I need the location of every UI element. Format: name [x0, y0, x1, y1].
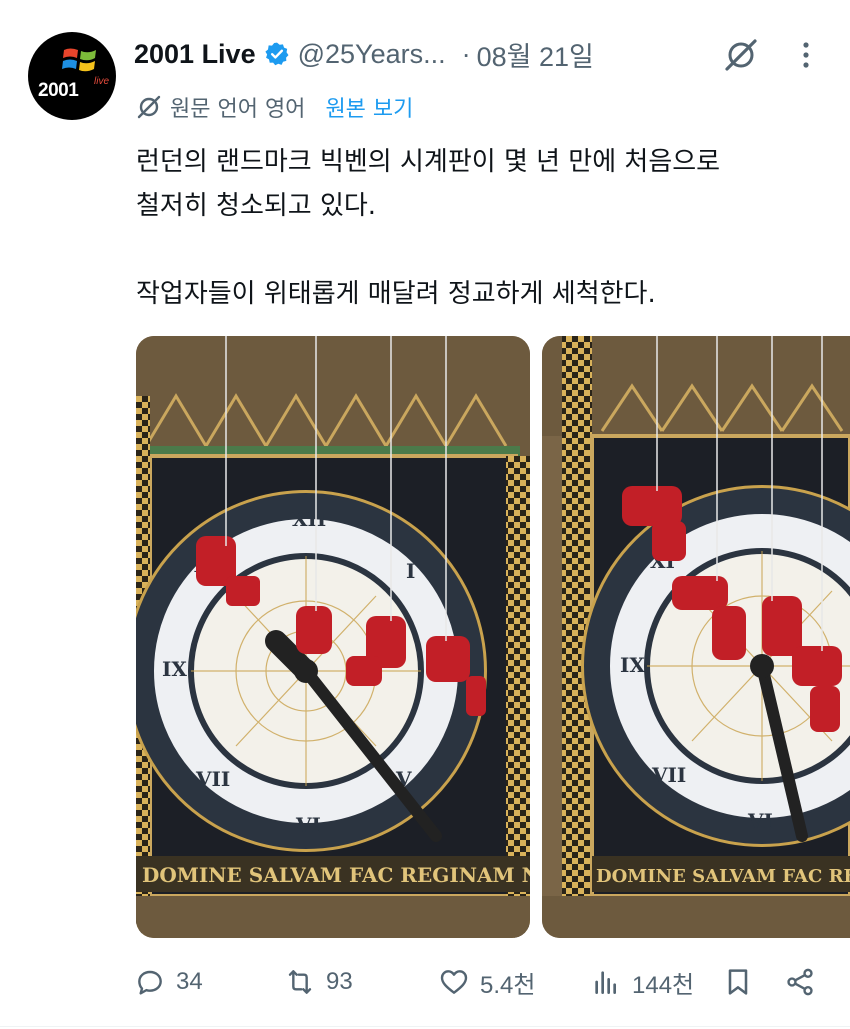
translate-icon	[137, 95, 161, 119]
view-original-link[interactable]: 원본 보기	[325, 91, 413, 123]
bookmark-icon	[728, 969, 748, 995]
clock-inscription: DOMINE SALVAM FAC REGINAM NOSTRAM	[142, 863, 530, 887]
more-options-icon[interactable]	[796, 40, 816, 70]
avatar-logo-sup: live	[94, 76, 110, 87]
reply-count: 34	[176, 968, 203, 995]
clock-face-photo-2: IX XI VII VI DOMINE SALVAM FAC REGINAM	[542, 336, 850, 938]
like-count: 5.4천	[480, 971, 536, 999]
views-button[interactable]: 144천	[590, 960, 694, 1004]
repost-count: 93	[326, 968, 353, 995]
like-button[interactable]: 5.4천	[438, 960, 535, 1004]
author-name[interactable]: 2001 Live	[134, 39, 256, 70]
original-language-label: 원문 언어 영어	[170, 97, 306, 122]
share-icon	[787, 968, 813, 996]
post-text-line: 철저히 청소되고 있다.	[136, 191, 377, 221]
reply-button[interactable]: 34	[134, 960, 203, 1004]
svg-text:VI: VI	[295, 813, 321, 837]
reply-icon	[138, 970, 162, 995]
bookmark-button[interactable]	[722, 960, 754, 1004]
post-divider	[0, 1026, 850, 1027]
svg-text:IX: IX	[162, 657, 187, 681]
windows-flag-logo	[62, 48, 96, 72]
post-text-line: 작업자들이 위태롭게 매달려 정교하게 세척한다.	[136, 279, 656, 309]
svg-text:XII: XII	[292, 507, 326, 531]
media-photo-1[interactable]: XII I III V VI VII IX XI	[136, 336, 530, 938]
verified-badge-icon	[265, 42, 289, 66]
media-photo-2[interactable]: IX XI VII VI DOMINE SALVAM FAC REGINAM	[542, 336, 850, 938]
media-gallery: XII I III V VI VII IX XI	[136, 336, 850, 938]
avatar-logo-text: 2001	[38, 80, 79, 101]
author-handle[interactable]: @25Years...	[298, 39, 446, 70]
repost-button[interactable]: 93	[284, 960, 353, 1004]
views-chart-icon	[595, 971, 616, 994]
avatar[interactable]: 2001 live	[28, 32, 116, 120]
svg-text:IX: IX	[620, 653, 645, 677]
views-count: 144천	[632, 971, 695, 999]
svg-text:VII: VII	[195, 767, 230, 791]
svg-text:VII: VII	[651, 763, 686, 787]
clock-face-photo-1: XII I III V VI VII IX XI	[136, 336, 530, 938]
clock-inscription: DOMINE SALVAM FAC REGINAM	[596, 866, 850, 887]
translation-row: 원문 언어 영어 원본 보기	[136, 90, 413, 124]
share-button[interactable]	[784, 960, 816, 1004]
separator-dot: ·	[461, 38, 471, 69]
heart-icon	[440, 970, 468, 994]
repost-icon	[288, 970, 312, 994]
post-date[interactable]: 08월 21일	[477, 35, 594, 74]
action-bar: 34 93 5.4천 144천	[134, 960, 824, 1004]
grok-icon[interactable]	[722, 36, 760, 74]
post-text: 런던의 랜드마크 빅벤의 시계판이 몇 년 만에 처음으로 철저히 청소되고 있…	[136, 140, 826, 316]
svg-text:VI: VI	[747, 809, 773, 833]
post-text-line: 런던의 랜드마크 빅벤의 시계판이 몇 년 만에 처음으로	[136, 147, 721, 177]
post-header: 2001 Live @25Years... · 08월 21일	[134, 34, 594, 74]
svg-text:I: I	[406, 559, 415, 583]
